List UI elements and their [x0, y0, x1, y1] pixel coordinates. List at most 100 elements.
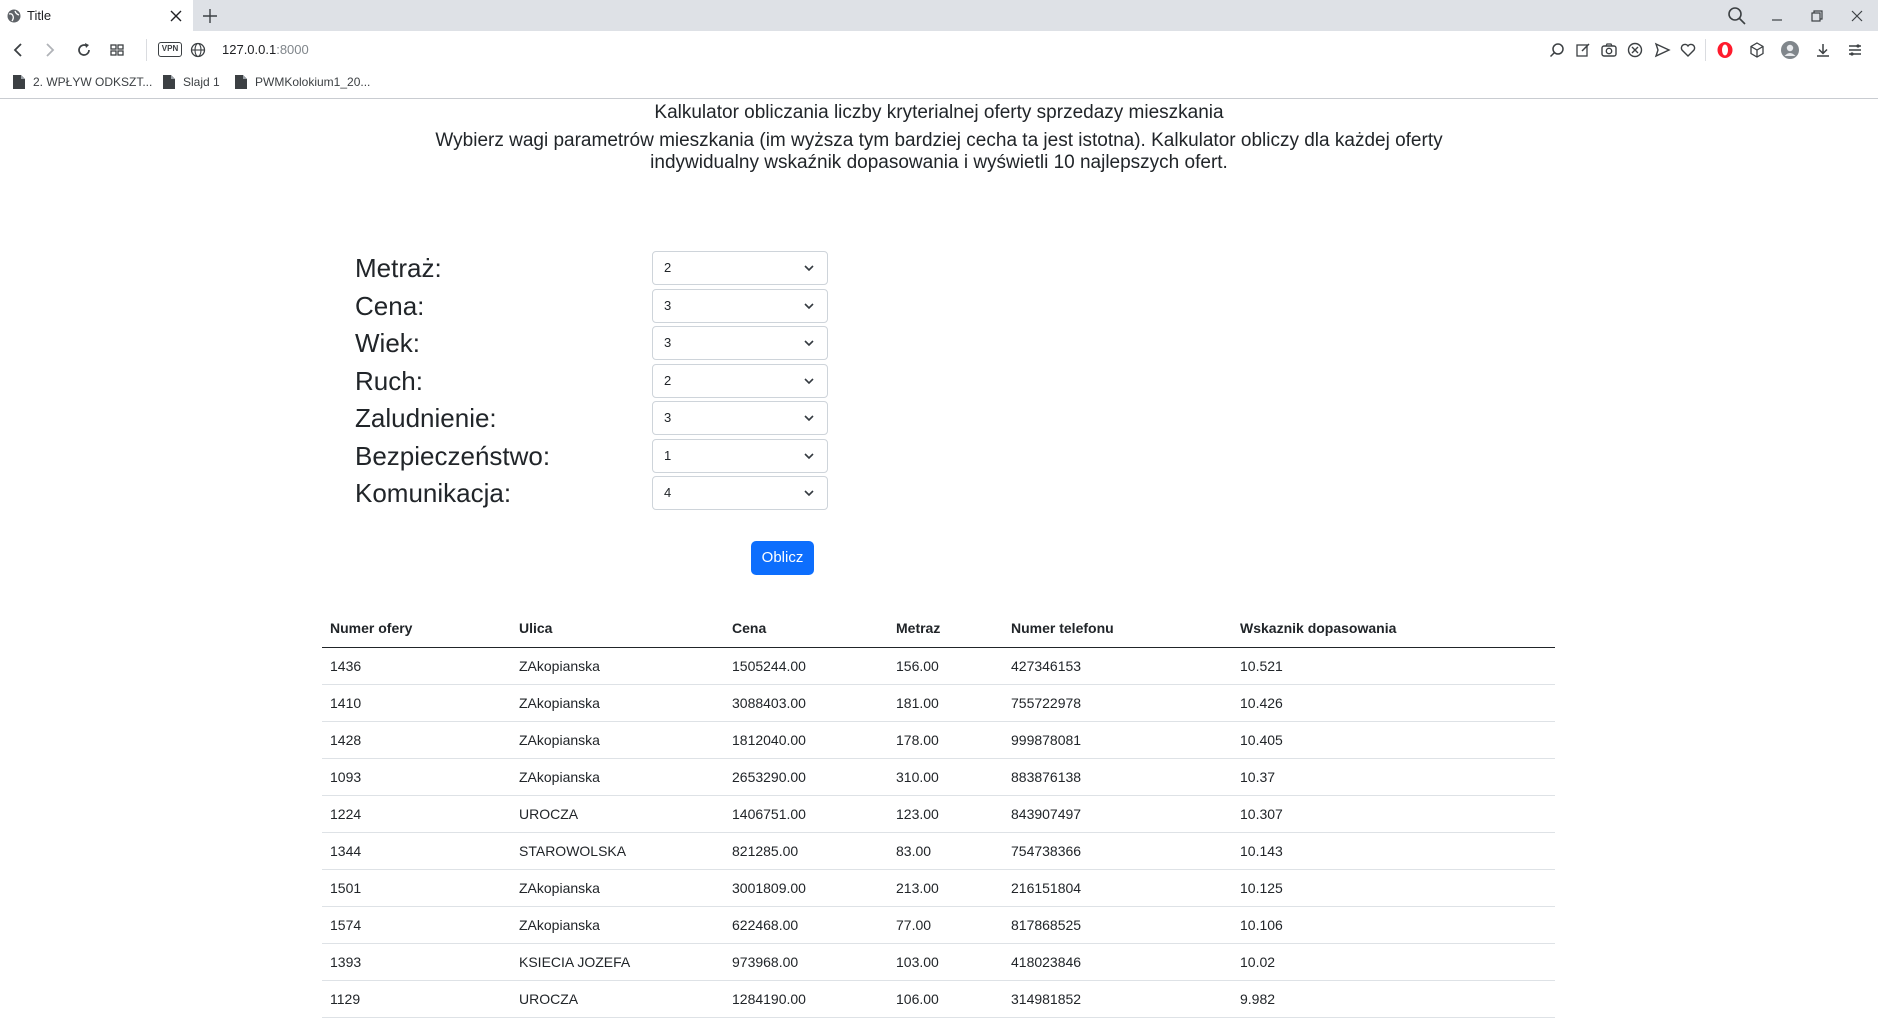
forward-arrow-icon[interactable]	[40, 40, 60, 60]
search-tabs-icon[interactable]	[1726, 5, 1748, 27]
table-cell: 181.00	[888, 684, 1003, 722]
document-icon	[235, 75, 247, 89]
bookmark-item-3[interactable]: PWMKolokium1_20...	[235, 75, 370, 89]
restore-window-icon[interactable]	[1806, 5, 1828, 27]
vpn-badge[interactable]: VPN	[158, 42, 182, 57]
table-cell: 10.37	[1232, 758, 1555, 796]
weight-select[interactable]: 1	[652, 439, 828, 473]
table-cell: 123.00	[888, 795, 1003, 833]
table-cell: 77.00	[888, 906, 1003, 944]
table-cell: ZAkopianska	[511, 869, 724, 907]
page-title: Kalkulator obliczania liczby kryterialne…	[654, 102, 1224, 123]
table-cell: UROCZA	[511, 795, 724, 833]
table-cell: 1501	[322, 869, 511, 907]
new-tab-plus-icon[interactable]	[200, 6, 220, 26]
table-cell: 1284190.00	[724, 980, 888, 1018]
field-label: Metraż:	[355, 253, 442, 283]
table-cell: 1436	[322, 647, 511, 685]
table-cell: 10.307	[1232, 795, 1555, 833]
table-row: 1436 ZAkopianska 1505244.00 156.00 427346153…	[322, 647, 1555, 685]
calculate-button[interactable]: Oblicz	[751, 541, 814, 575]
column-header: Numer ofery	[322, 610, 511, 648]
chevron-down-icon	[804, 415, 814, 422]
profile-avatar-icon[interactable]	[1780, 40, 1800, 60]
weight-field-ruch: Ruch: 2	[355, 364, 835, 398]
table-cell: 1428	[322, 721, 511, 759]
document-icon	[13, 75, 25, 89]
table-cell: 10.405	[1232, 721, 1555, 759]
site-info-globe-icon[interactable]	[188, 40, 208, 60]
select-value: 3	[664, 298, 672, 313]
table-row: 1501 ZAkopianska 3001809.00 213.00 216151804…	[322, 869, 1555, 907]
column-header: Numer telefonu	[1003, 610, 1232, 648]
bookmark-item-1[interactable]: 2. WPŁYW ODKSZT...	[13, 75, 152, 89]
browser-toolbar: VPN 127.0.0.1:8000	[0, 31, 1878, 69]
table-cell: 821285.00	[724, 832, 888, 870]
reload-icon[interactable]	[74, 40, 94, 60]
table-cell: 216151804	[1003, 869, 1232, 907]
results-table-body: 1436 ZAkopianska 1505244.00 156.00 427346153…	[322, 647, 1555, 1018]
weight-select[interactable]: 3	[652, 401, 828, 435]
table-cell: 103.00	[888, 943, 1003, 981]
browser-tab-bar: Title	[0, 0, 1878, 31]
cube-extension-icon[interactable]	[1747, 40, 1767, 60]
table-row: 1428 ZAkopianska 1812040.00 178.00 999878081…	[322, 721, 1555, 759]
table-cell: 10.426	[1232, 684, 1555, 722]
heart-icon[interactable]	[1678, 40, 1698, 60]
table-cell: 314981852	[1003, 980, 1232, 1018]
toolbar-divider	[146, 39, 147, 61]
toolbar-divider	[1705, 39, 1706, 61]
ad-block-icon[interactable]	[1625, 40, 1645, 60]
bookmarks-bar: 2. WPŁYW ODKSZT... Slajd 1 PWMKolokium1_…	[0, 69, 1878, 99]
weight-select[interactable]: 3	[652, 289, 828, 323]
table-cell: 10.125	[1232, 869, 1555, 907]
globe-favicon-icon	[7, 9, 21, 22]
table-cell: 156.00	[888, 647, 1003, 685]
browser-tab[interactable]: Title	[0, 0, 193, 31]
address-bar[interactable]: 127.0.0.1:8000	[222, 42, 309, 57]
table-cell: 10.02	[1232, 943, 1555, 981]
weight-select[interactable]: 4	[652, 476, 828, 510]
table-cell: 9.982	[1232, 980, 1555, 1018]
table-cell: ZAkopianska	[511, 906, 724, 944]
field-label: Cena:	[355, 291, 425, 321]
weight-select[interactable]: 3	[652, 326, 828, 360]
table-cell: 418023846	[1003, 943, 1232, 981]
table-row: 1393 KSIECIA JOZEFA 973968.00 103.00 4180238…	[322, 943, 1555, 981]
weight-select[interactable]: 2	[652, 364, 828, 398]
weight-field-cena: Cena: 3	[355, 289, 835, 323]
table-row: 1224 UROCZA 1406751.00 123.00 843907497 10.30…	[322, 795, 1555, 833]
weight-field-metraz: Metraż: 2	[355, 251, 835, 285]
camera-snapshot-icon[interactable]	[1599, 40, 1619, 60]
select-value: 4	[664, 485, 672, 500]
table-cell: 178.00	[888, 721, 1003, 759]
field-label: Ruch:	[355, 366, 423, 396]
results-table: Numer ofery Ulica Cena Metraz Numer tele…	[322, 610, 1555, 1018]
select-value: 3	[664, 335, 672, 350]
send-icon[interactable]	[1652, 40, 1672, 60]
zoom-search-icon[interactable]	[1547, 40, 1567, 60]
bookmark-item-2[interactable]: Slajd 1	[163, 75, 220, 89]
table-cell: 427346153	[1003, 647, 1232, 685]
download-icon[interactable]	[1813, 40, 1833, 60]
weight-field-zaludnienie: Zaludnienie: 3	[355, 401, 835, 435]
table-cell: ZAkopianska	[511, 647, 724, 685]
table-cell: 817868525	[1003, 906, 1232, 944]
tab-grid-icon[interactable]	[107, 40, 127, 60]
table-cell: 2653290.00	[724, 758, 888, 796]
opera-logo-icon[interactable]	[1715, 40, 1735, 60]
weight-select[interactable]: 2	[652, 251, 828, 285]
table-cell: 1224	[322, 795, 511, 833]
table-cell: 10.106	[1232, 906, 1555, 944]
table-cell: 3088403.00	[724, 684, 888, 722]
table-cell: 1344	[322, 832, 511, 870]
chevron-down-icon	[804, 378, 814, 385]
document-icon	[163, 75, 175, 89]
close-tab-icon[interactable]	[167, 7, 185, 25]
table-cell: STAROWOLSKA	[511, 832, 724, 870]
minimize-icon[interactable]	[1766, 5, 1788, 27]
easy-setup-menu-icon[interactable]	[1845, 40, 1865, 60]
back-arrow-icon[interactable]	[8, 40, 28, 60]
close-window-icon[interactable]	[1846, 5, 1868, 27]
edit-note-icon[interactable]	[1573, 40, 1593, 60]
